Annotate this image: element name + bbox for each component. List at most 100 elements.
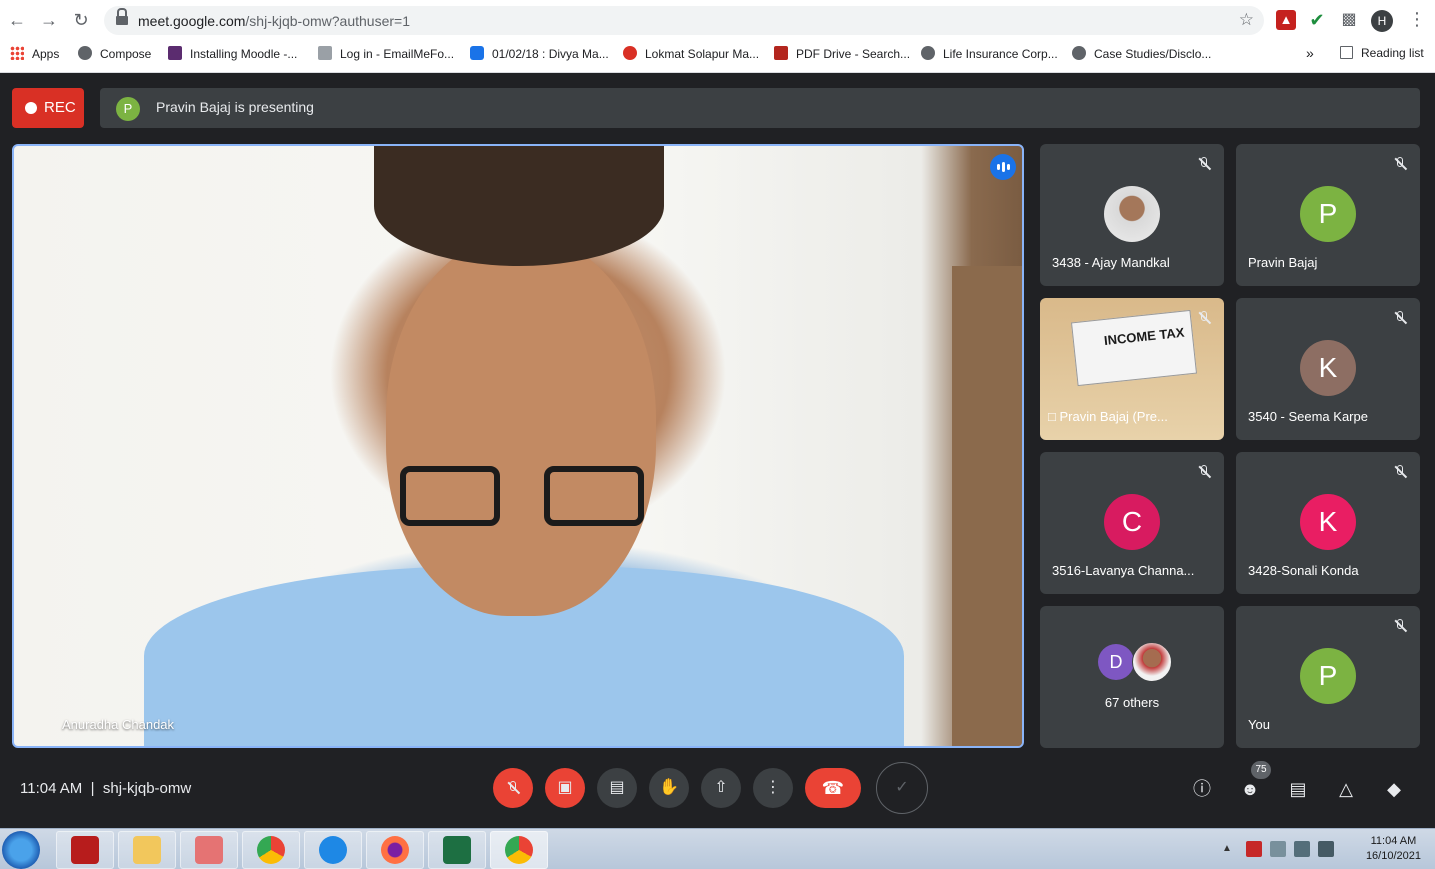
windows-start-icon[interactable]: [2, 831, 40, 869]
others-tile[interactable]: D 67 others: [1040, 606, 1224, 748]
present-screen-button[interactable]: ⇧: [701, 768, 741, 808]
people-button[interactable]: ☻: [1237, 776, 1263, 802]
main-speaker-name: Anuradha Chandak: [62, 717, 175, 732]
main-speaker-tile[interactable]: Anuradha Chandak: [12, 144, 1024, 748]
reading-list[interactable]: Reading list: [1340, 46, 1424, 60]
mic-off-icon: [1392, 310, 1408, 326]
bookmark-case-studies[interactable]: Case Studies/Disclo...: [1072, 46, 1211, 61]
browser-toolbar: ← → ↻ meet.google.com/shj-kjqb-omw?authu…: [0, 0, 1435, 41]
activities-button[interactable]: △: [1333, 776, 1359, 802]
taskbar-chrome-1[interactable]: [242, 831, 300, 869]
end-call-button[interactable]: ☎: [805, 768, 861, 808]
email-icon: [318, 46, 332, 60]
windows-taskbar: ▲ 11:04 AM 16/10/2021: [0, 828, 1435, 869]
pdf-drive-icon: [774, 46, 788, 60]
recording-indicator[interactable]: REC: [12, 88, 84, 128]
meeting-details-button[interactable]: ⓘ: [1189, 776, 1215, 802]
mic-off-icon: [1196, 310, 1212, 326]
participant-name: 3540 - Seema Karpe: [1248, 409, 1368, 424]
taskbar-acrobat[interactable]: [56, 831, 114, 869]
puzzle-extensions-icon[interactable]: ▩: [1339, 10, 1359, 30]
mic-off-icon: [505, 780, 521, 796]
reload-icon[interactable]: ↻: [70, 9, 92, 31]
meeting-info: 11:04 AM | shj-kjqb-omw: [20, 780, 191, 797]
participant-tile[interactable]: K 3428-Sonali Konda: [1236, 452, 1420, 594]
taskbar-firefox[interactable]: [366, 831, 424, 869]
participant-avatar: C: [1104, 494, 1160, 550]
separator: |: [90, 780, 95, 797]
bookmark-emailmeform[interactable]: Log in - EmailMeFo...: [318, 46, 454, 61]
tray-network-icon[interactable]: [1318, 841, 1334, 857]
taskbar-ie[interactable]: [304, 831, 362, 869]
mic-toggle-button[interactable]: [493, 768, 533, 808]
apps-grid-icon: [10, 46, 24, 60]
participant-tile[interactable]: P Pravin Bajaj: [1236, 144, 1420, 286]
hand-icon: ✋: [659, 779, 679, 796]
self-tile[interactable]: P You: [1236, 606, 1420, 748]
globe-icon: [78, 46, 92, 60]
tray-device-icon[interactable]: [1294, 841, 1310, 857]
lock-icon[interactable]: [116, 8, 128, 25]
pdf-extension-icon[interactable]: ▲: [1276, 10, 1296, 30]
folder-icon: [133, 836, 161, 864]
participant-tile[interactable]: 3438 - Ajay Mandkal: [1040, 144, 1224, 286]
url-text[interactable]: meet.google.com/shj-kjqb-omw?authuser=1: [138, 13, 410, 29]
presenter-avatar: P: [116, 97, 140, 121]
self-name: You: [1248, 717, 1270, 732]
participant-tile[interactable]: C 3516-Lavanya Channa...: [1040, 452, 1224, 594]
tray-expand-icon[interactable]: ▲: [1222, 841, 1238, 857]
rec-label: REC: [44, 99, 76, 116]
participant-photo: [1104, 186, 1160, 242]
shield-icon: [470, 46, 484, 60]
chrome-menu-icon[interactable]: ⋮: [1408, 9, 1426, 30]
presentation-name: □ Pravin Bajaj (Pre...: [1048, 409, 1168, 424]
bookmark-apps[interactable]: Apps: [10, 46, 59, 61]
captions-icon: ▤: [609, 779, 625, 796]
presenting-text: Pravin Bajaj is presenting: [156, 99, 314, 115]
bookmark-compose[interactable]: Compose: [78, 46, 151, 61]
back-arrow-icon[interactable]: ←: [6, 9, 28, 31]
taskbar-pdf-app[interactable]: [180, 831, 238, 869]
participant-avatar: P: [1300, 186, 1356, 242]
host-controls-button[interactable]: ◆: [1381, 776, 1407, 802]
firefox-icon: [381, 836, 409, 864]
address-bar[interactable]: meet.google.com/shj-kjqb-omw?authuser=1 …: [104, 6, 1264, 35]
reading-list-icon: [1340, 46, 1353, 59]
bookmark-divya[interactable]: 01/02/18 : Divya Ma...: [470, 46, 609, 61]
system-clock[interactable]: 11:04 AM 16/10/2021: [1366, 834, 1421, 864]
tray-volume-icon[interactable]: [1270, 841, 1286, 857]
bookmark-moodle[interactable]: Installing Moodle -...: [168, 46, 297, 61]
chat-button[interactable]: ▤: [1285, 776, 1311, 802]
taskbar-explorer[interactable]: [118, 831, 176, 869]
raise-hand-button[interactable]: ✋: [649, 768, 689, 808]
captions-button[interactable]: ▤: [597, 768, 637, 808]
bookmark-star-icon[interactable]: ☆: [1239, 10, 1254, 30]
tray-search-icon[interactable]: [1246, 841, 1262, 857]
profile-avatar[interactable]: H: [1371, 10, 1393, 32]
speaker-face: [386, 236, 656, 616]
lokmat-icon: [623, 46, 637, 60]
speaker-hair: [374, 146, 664, 266]
speaker-glasses: [400, 466, 644, 532]
others-count: 67 others: [1104, 695, 1160, 710]
participant-tile[interactable]: K 3540 - Seema Karpe: [1236, 298, 1420, 440]
checkmark-extension-icon[interactable]: ✔: [1307, 10, 1327, 30]
more-options-button[interactable]: ⋮: [753, 768, 793, 808]
participant-avatar: K: [1300, 494, 1356, 550]
forward-arrow-icon[interactable]: →: [38, 9, 60, 31]
bookmark-pdf-drive[interactable]: PDF Drive - Search...: [774, 46, 910, 61]
meeting-time: 11:04 AM: [20, 780, 83, 797]
activities-icon: △: [1339, 779, 1353, 799]
people-icon: ☻: [1240, 779, 1260, 799]
more-bookmarks-icon[interactable]: »: [1306, 46, 1314, 60]
presentation-tile[interactable]: INCOME TAX □ Pravin Bajaj (Pre...: [1040, 298, 1224, 440]
participant-name: 3428-Sonali Konda: [1248, 563, 1359, 578]
present-icon: ⇧: [714, 779, 728, 796]
extension-ring-button[interactable]: ✓: [876, 762, 928, 814]
bookmark-lokmat[interactable]: Lokmat Solapur Ma...: [623, 46, 759, 61]
camera-toggle-button[interactable]: ▣: [545, 768, 585, 808]
bookmark-lic[interactable]: Life Insurance Corp...: [921, 46, 1058, 61]
clock-date: 16/10/2021: [1365, 850, 1421, 862]
taskbar-excel[interactable]: [428, 831, 486, 869]
taskbar-chrome-2[interactable]: [490, 831, 548, 869]
